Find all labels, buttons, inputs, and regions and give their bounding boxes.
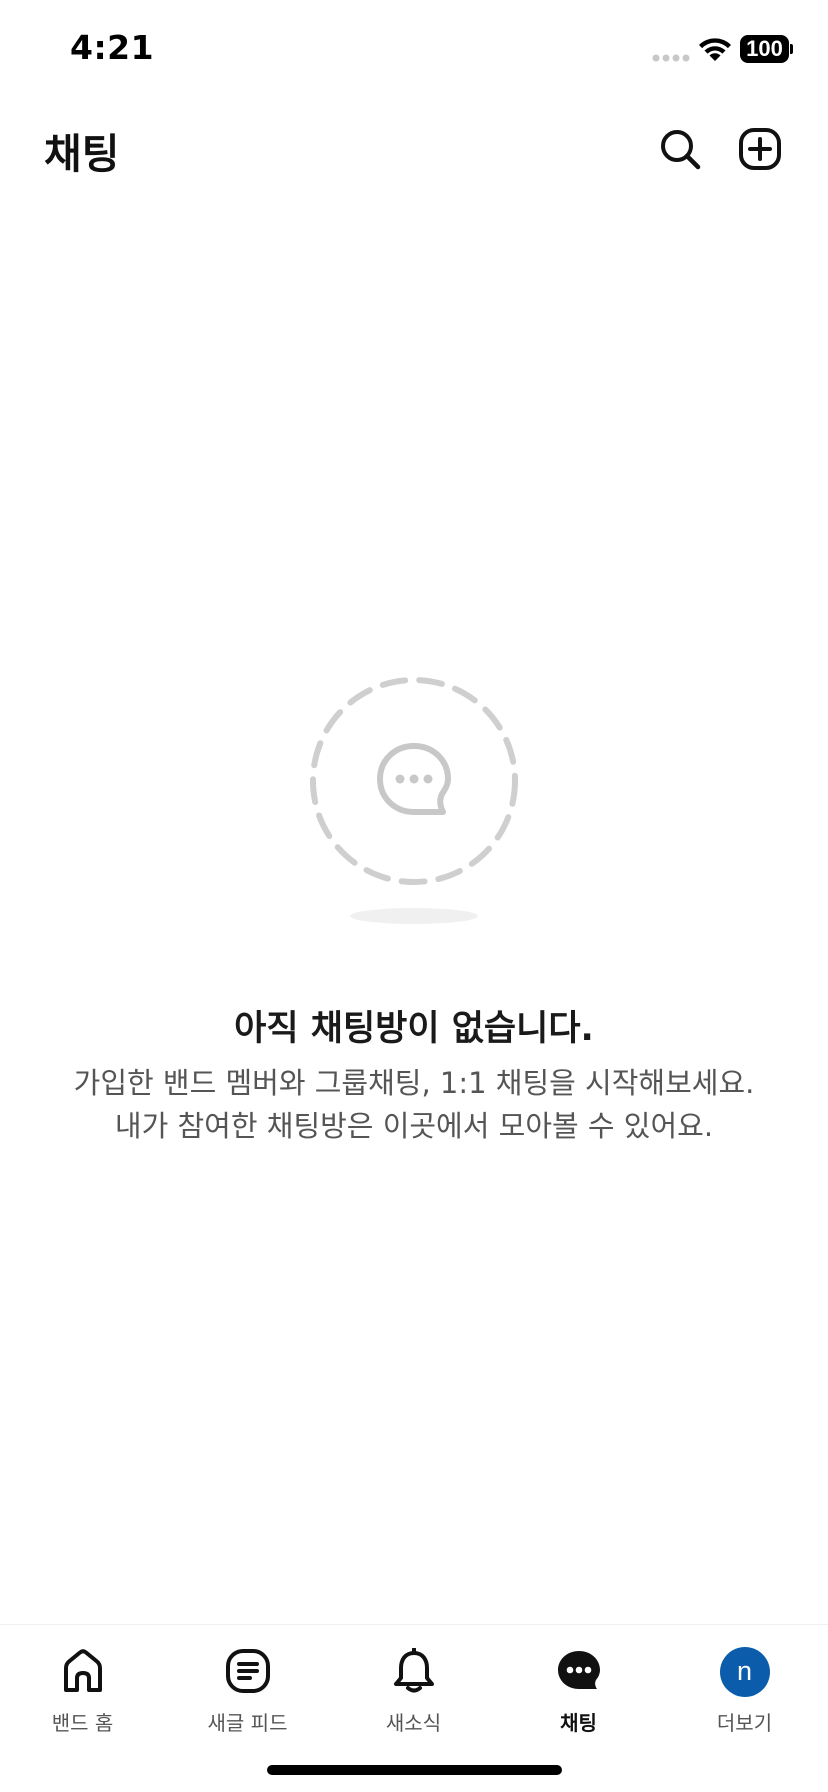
cellular-signal-icon (652, 54, 690, 62)
empty-state-line: 내가 참여한 채팅방은 이곳에서 모아볼 수 있어요. (114, 1109, 714, 1143)
nav-item-more[interactable]: n 더보기 (662, 1637, 827, 1737)
nav-label: 밴드 홈 (51, 1711, 114, 1735)
nav-label: 더보기 (716, 1711, 773, 1735)
plus-square-icon (739, 128, 781, 170)
status-bar: 4:21 100 (0, 0, 828, 100)
status-time: 4:21 (70, 28, 155, 67)
empty-state-line: 가입한 밴드 멤버와 그룹채팅, 1:1 채팅을 시작해보세요. (73, 1066, 755, 1100)
nav-label: 새글 피드 (207, 1711, 288, 1735)
nav-item-chat[interactable]: 채팅 (496, 1637, 661, 1737)
app-header: 채팅 (0, 100, 828, 200)
home-indicator (267, 1765, 562, 1775)
nav-item-band-home[interactable]: 밴드 홈 (0, 1637, 165, 1737)
nav-label: 채팅 (560, 1711, 597, 1735)
bell-icon (393, 1648, 434, 1693)
new-chat-button[interactable] (733, 122, 787, 176)
battery-tip (790, 44, 793, 54)
page-title: 채팅 (44, 130, 120, 178)
avatar: n (719, 1647, 770, 1697)
battery-indicator: 100 (740, 35, 789, 63)
search-icon (661, 130, 701, 170)
wifi-icon (699, 38, 731, 61)
home-icon (63, 1649, 102, 1692)
search-button[interactable] (653, 122, 707, 176)
empty-state-title: 아직 채팅방이 없습니다. (234, 1009, 594, 1049)
chat-bubble-icon (377, 743, 451, 815)
empty-state-description: 가입한 밴드 멤버와 그룹채팅, 1:1 채팅을 시작해보세요. 내가 참여한 … (0, 1062, 828, 1148)
nav-label: 새소식 (385, 1711, 442, 1735)
empty-chat-illustration (310, 677, 518, 924)
chat-icon (557, 1651, 600, 1689)
nav-item-notifications[interactable]: 새소식 (331, 1637, 496, 1737)
nav-item-feed[interactable]: 새글 피드 (165, 1637, 330, 1737)
feed-icon (225, 1649, 270, 1693)
